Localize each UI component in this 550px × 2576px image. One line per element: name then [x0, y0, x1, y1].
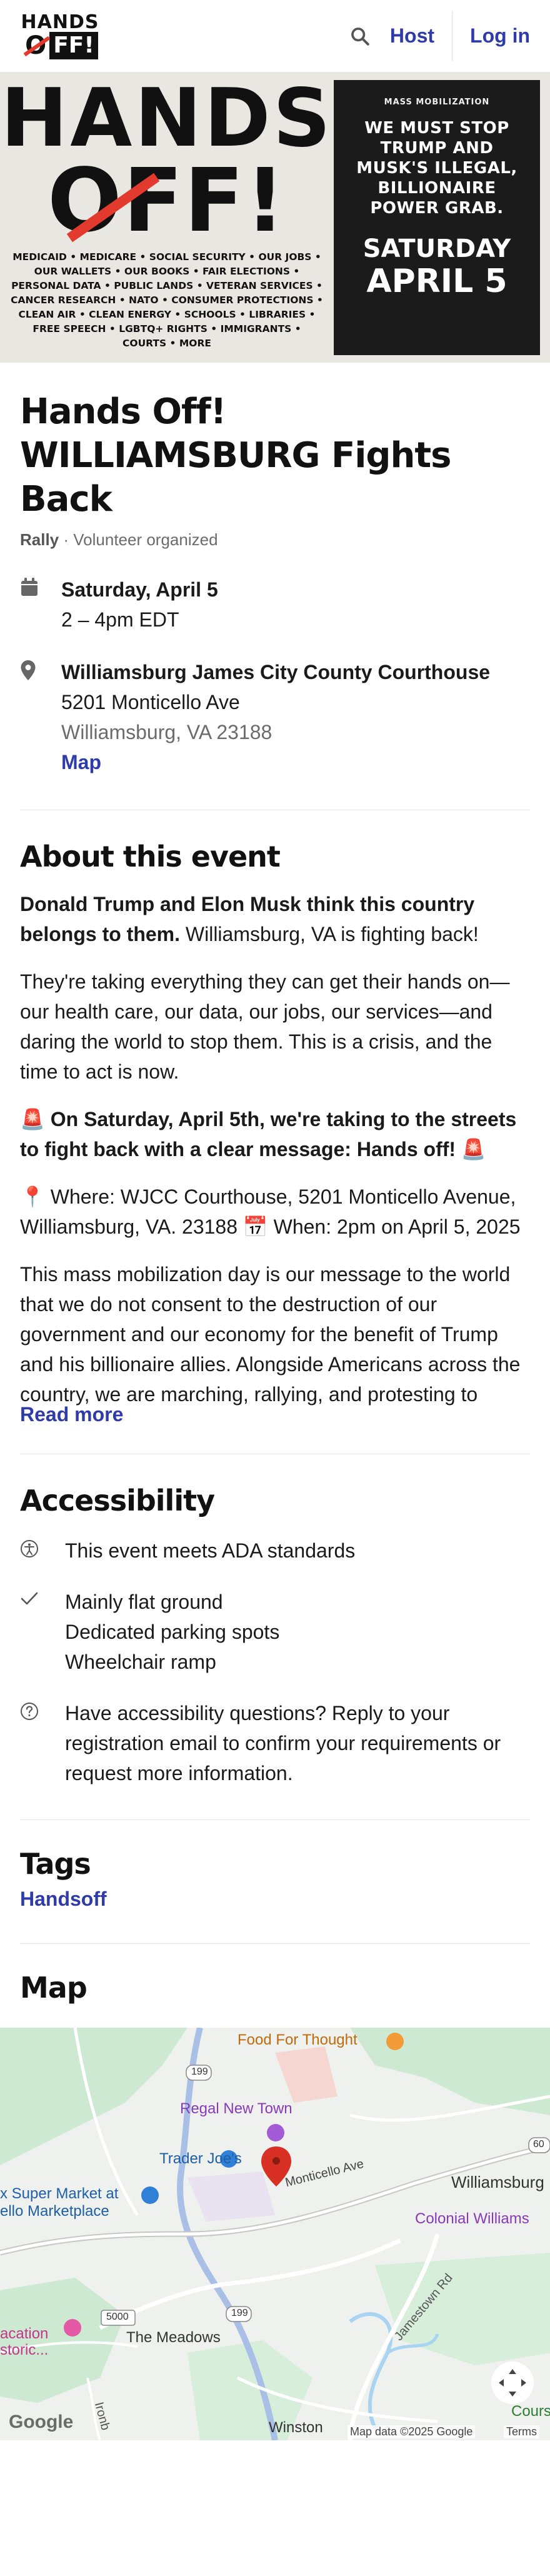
about-truncated: This mass mobilization day is our messag…: [20, 1259, 530, 1516]
event-title: Hands Off! WILLIAMSBURG Fights Back: [20, 391, 451, 520]
map-label: ello Marketplace: [0, 2203, 109, 2220]
map-label: Regal New Town: [180, 2100, 292, 2117]
siren-emoji: 🚨: [461, 1138, 486, 1160]
map-label: x Super Market at: [0, 2185, 119, 2202]
map-label: Food For Thought: [238, 2031, 358, 2048]
host-link[interactable]: Host: [390, 24, 434, 48]
top-nav: HANDS O FF! Host Log in: [0, 0, 550, 73]
map-link[interactable]: Map: [61, 747, 490, 777]
map-canvas: [0, 2028, 550, 2440]
features-list: Mainly flat ground Dedicated parking spo…: [65, 1587, 279, 1677]
event-content: Hands Off! WILLIAMSBURG Fights Back Rall…: [0, 390, 550, 2028]
feature-item: Wheelchair ramp: [65, 1651, 216, 1673]
map-label: The Meadows: [126, 2329, 221, 2346]
venue-city: Williamsburg, VA 23188: [61, 721, 272, 743]
map-label: Colonial Williams: [415, 2210, 529, 2227]
search-button[interactable]: [348, 24, 372, 49]
about-paragraph-1: Donald Trump and Elon Musk think this co…: [20, 889, 530, 949]
question-text: Have accessibility questions? Reply to y…: [65, 1702, 501, 1784]
event-banner-image: HANDS OFF! MEDICAID • MEDICARE • SOCIAL …: [0, 73, 550, 363]
event-time: 2 – 4pm EDT: [61, 608, 179, 631]
header-actions: Host Log in: [348, 11, 530, 61]
google-logo: Google: [9, 2412, 74, 2432]
event-organizer: · Volunteer organized: [59, 530, 218, 549]
banner-message: WE MUST STOP TRUMP AND MUSK'S ILLEGAL, B…: [356, 119, 518, 218]
question-row: Have accessibility questions? Reply to y…: [20, 1698, 530, 1788]
about-section: About this event Donald Trump and Elon M…: [20, 810, 530, 1426]
event-type: Rally: [20, 530, 59, 549]
datetime-text: Saturday, April 5 2 – 4pm EDT: [61, 575, 218, 635]
route-shield-label: 5000: [106, 2312, 129, 2322]
about-paragraph-3: 🚨 On Saturday, April 5th, we're taking t…: [20, 1104, 530, 1164]
event-date: Saturday, April 5: [61, 578, 218, 601]
logo-text-top: HANDS: [21, 11, 99, 33]
tags-section: Tags Handsoff: [20, 1820, 530, 1911]
about-paragraph-5: This mass mobilization day is our messag…: [20, 1263, 521, 1406]
map-label: Trader Joe's: [159, 2150, 242, 2167]
about-p1-rest: Williamsburg, VA is fighting back!: [180, 923, 479, 945]
route-shield-label: 60: [533, 2139, 544, 2150]
feature-item: Mainly flat ground: [65, 1591, 223, 1613]
map-terms-link[interactable]: Terms: [504, 2425, 539, 2438]
logo-o: O: [22, 31, 49, 60]
event-map[interactable]: Food For Thought Regal New Town Trader J…: [0, 2028, 550, 2440]
tags-title: Tags: [20, 1847, 91, 1881]
map-attribution: Map data ©2025 Google: [348, 2425, 476, 2438]
ada-text: This event meets ADA standards: [65, 1539, 356, 1562]
banner-off-wrap: OFF!: [48, 158, 286, 245]
map-title: Map: [20, 1971, 88, 2005]
checkmark-icon: [20, 1587, 65, 1677]
map-label: Course at: [511, 2403, 550, 2420]
map-label: Williamsburg: [451, 2173, 544, 2191]
about-p3-bold: On Saturday, April 5th, we're taking to …: [20, 1108, 517, 1160]
route-shield-label: 199: [231, 2308, 248, 2318]
about-paragraph-4: 📍 Where: WJCC Courthouse, 5201 Monticell…: [20, 1185, 521, 1238]
route-shield-label: 199: [191, 2066, 208, 2077]
features-row: Mainly flat ground Dedicated parking spo…: [20, 1587, 530, 1677]
map-section-header: Map: [20, 1944, 530, 2028]
location-pin-icon: [20, 657, 61, 777]
login-link[interactable]: Log in: [470, 24, 530, 48]
map-label: Winston: [269, 2419, 323, 2436]
map-label: acation: [0, 2325, 49, 2342]
banner-left: HANDS OFF! MEDICAID • MEDICARE • SOCIAL …: [1, 79, 331, 355]
banner-hands-text: HANDS: [1, 73, 333, 165]
ada-row: This event meets ADA standards: [20, 1536, 530, 1566]
map-label: storic...: [0, 2342, 49, 2358]
logo-ff: FF!: [49, 31, 98, 59]
siren-emoji: 🚨: [20, 1108, 45, 1130]
help-circle-icon: [20, 1698, 65, 1788]
search-icon: [351, 27, 369, 46]
banner-issues-list: MEDICAID • MEDICARE • SOCIAL SECURITY • …: [11, 251, 323, 349]
logo-text-bottom: O FF!: [22, 31, 98, 60]
event-datetime: Saturday, April 5 2 – 4pm EDT: [20, 575, 530, 635]
event-meta: Rally · Volunteer organized: [20, 530, 530, 550]
banner-callout: MASS MOBILIZATION WE MUST STOP TRUMP AND…: [334, 80, 540, 355]
location-text: Williamsburg James City County Courthous…: [61, 657, 490, 777]
about-paragraph-2: They're taking everything they can get t…: [20, 970, 510, 1083]
banner-date-day: SATURDAY: [362, 234, 511, 263]
feature-item: Dedicated parking spots: [65, 1621, 280, 1643]
calendar-icon: [20, 575, 61, 635]
venue-name: Williamsburg James City County Courthous…: [61, 661, 491, 683]
accessibility-icon: [20, 1536, 65, 1566]
banner-kicker: MASS MOBILIZATION: [384, 98, 490, 107]
venue-street: 5201 Monticello Ave: [61, 691, 240, 713]
hands-off-logo[interactable]: HANDS O FF!: [20, 11, 100, 61]
event-location: Williamsburg James City County Courthous…: [20, 657, 530, 777]
tag-handsoff[interactable]: Handsoff: [20, 1888, 530, 1911]
banner-date: APRIL 5: [366, 263, 508, 300]
about-title: About this event: [20, 840, 281, 873]
